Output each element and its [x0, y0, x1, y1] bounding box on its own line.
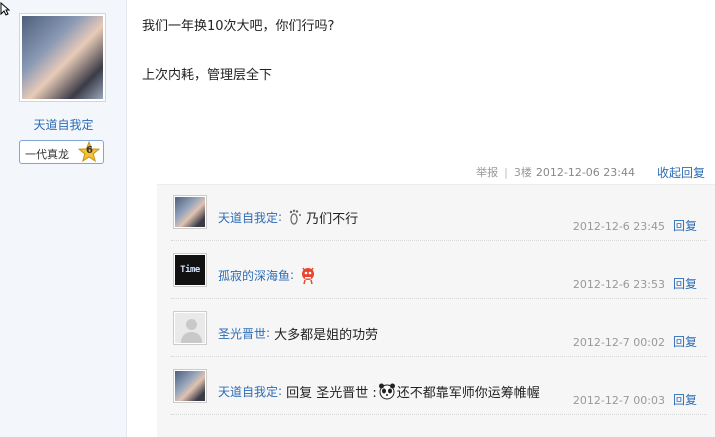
reply-item: 天道自我定 : 回复 圣光晋世 : 还不都靠军师你运筹帷幄 2012-12-7 …	[171, 359, 707, 415]
reply-item: Time 孤寂的深海鱼 : 2012-12-6 23:53 回复	[171, 243, 707, 299]
avatar[interactable]	[173, 369, 207, 403]
floor-number: 3楼	[513, 166, 532, 179]
reply-colon: :	[278, 210, 283, 224]
reply-button[interactable]: 回复	[673, 275, 697, 292]
reply-button[interactable]: 回复	[673, 391, 697, 408]
author-name[interactable]: 天道自我定	[0, 116, 127, 133]
reply-button[interactable]: 回复	[673, 217, 697, 234]
author-avatar[interactable]	[19, 13, 106, 102]
reply-text: 还不都靠军师你运筹帷幄	[396, 385, 540, 401]
reply-item: 圣光晋世 : 大多都是姐的功劳 2012-12-7 00:02 回复	[171, 301, 707, 357]
rank-level: 6	[86, 145, 93, 156]
reply-text: 大多都是姐的功劳	[274, 327, 379, 343]
reply-username[interactable]: 孤寂的深海鱼	[218, 267, 290, 284]
footprint-icon	[289, 209, 302, 225]
report-link[interactable]: 举报	[476, 164, 498, 180]
meta-separator: |	[504, 165, 508, 179]
red-creature-icon	[302, 267, 315, 285]
author-photo	[22, 16, 103, 99]
avatar[interactable]	[173, 311, 207, 345]
rank-label: 一代真龙	[25, 148, 69, 161]
reply-text: 乃们不行	[306, 211, 359, 227]
post-datetime: 2012-12-06 23:44	[535, 165, 635, 179]
reply-button[interactable]: 回复	[673, 333, 697, 350]
collapse-replies-link[interactable]: 收起回复	[657, 164, 705, 181]
post-content-line: 上次内耗，管理层全下	[142, 68, 273, 83]
reply-time: 2012-12-7 00:02	[572, 336, 665, 349]
mouse-cursor-icon	[0, 2, 10, 16]
post-meta: 举报 | 3楼 2012-12-06 23:44 收起回复	[476, 164, 705, 180]
avatar[interactable]: Time	[173, 253, 207, 287]
reply-colon: :	[290, 268, 295, 282]
reply-time: 2012-12-6 23:53	[572, 278, 665, 291]
reply-item: 天道自我定 : 乃们不行 2012-12-6 23:45 回复	[171, 185, 707, 241]
post-content-line: 我们一年换10次大吧，你们行吗?	[142, 19, 335, 34]
avatar[interactable]	[173, 195, 207, 229]
reply-time: 2012-12-6 23:45	[572, 220, 665, 233]
reply-username[interactable]: 天道自我定	[218, 209, 278, 226]
author-sidebar: 天道自我定 一代真龙 6	[0, 0, 127, 437]
reply-colon: :	[278, 384, 283, 398]
reply-panel: 天道自我定 : 乃们不行 2012-12-6 23:45 回复 Time 孤寂的…	[157, 184, 715, 437]
reply-colon: :	[266, 326, 271, 340]
reply-time: 2012-12-7 00:03	[572, 394, 665, 407]
reply-username[interactable]: 天道自我定	[218, 383, 278, 400]
panda-icon	[378, 383, 395, 400]
reply-username[interactable]: 圣光晋世	[218, 325, 266, 342]
rank-badge: 一代真龙 6	[19, 140, 104, 164]
reply-prefix: 回复 圣光晋世 :	[286, 385, 377, 401]
